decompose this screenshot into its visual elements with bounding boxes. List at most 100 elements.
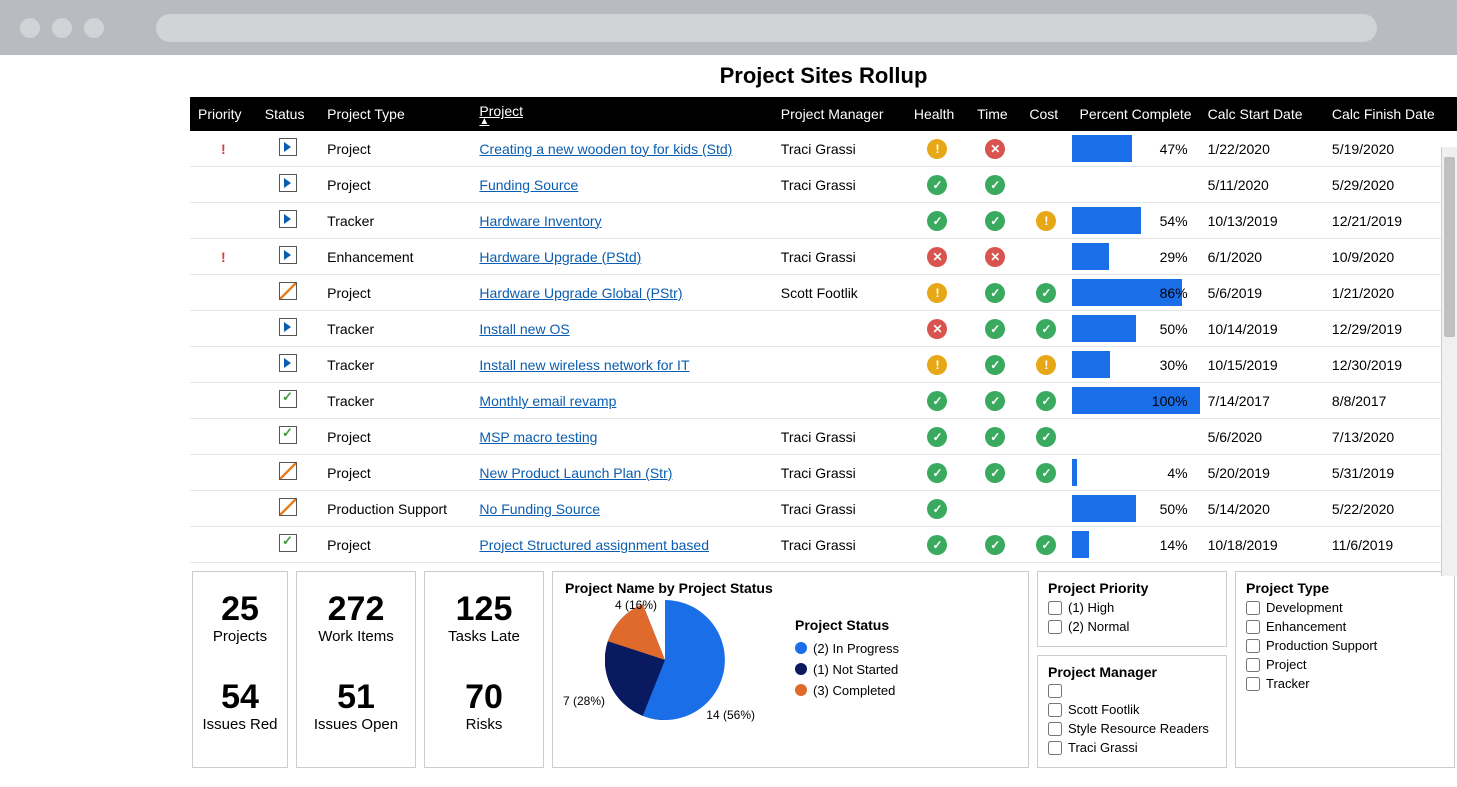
- percent-cell: 14%: [1072, 527, 1200, 563]
- filter-option[interactable]: Traci Grassi: [1048, 740, 1216, 755]
- time-cell: [969, 455, 1021, 491]
- status-cell: [257, 347, 319, 383]
- pie-wrap: 4 (16%) 7 (28%) 14 (56%): [565, 600, 765, 720]
- filter-option[interactable]: (2) Normal: [1048, 619, 1216, 634]
- time-cell: [969, 383, 1021, 419]
- kpi-label: Tasks Late: [433, 628, 535, 645]
- legend-item[interactable]: (3) Completed: [795, 683, 899, 698]
- health-err-icon: [927, 247, 947, 267]
- project-name: No Funding Source: [471, 491, 772, 527]
- time-ok-icon: [985, 427, 1005, 447]
- project-link[interactable]: No Funding Source: [479, 501, 600, 517]
- project-link[interactable]: Hardware Inventory: [479, 213, 601, 229]
- cost-cell: [1021, 275, 1071, 311]
- project-type: Tracker: [319, 311, 471, 347]
- start-date: 1/22/2020: [1200, 131, 1324, 167]
- filter-title: Project Type: [1246, 580, 1444, 596]
- filter-option[interactable]: Scott Footlik: [1048, 702, 1216, 717]
- checkbox[interactable]: [1048, 620, 1062, 634]
- kpi-label: Work Items: [305, 628, 407, 645]
- report-pane: Project Sites Rollup PriorityStatusProje…: [190, 55, 1457, 776]
- col-header[interactable]: Calc Finish Date: [1324, 97, 1457, 131]
- project-link[interactable]: Creating a new wooden toy for kids (Std): [479, 141, 732, 157]
- col-header[interactable]: Cost: [1021, 97, 1071, 131]
- filter-option[interactable]: Enhancement: [1246, 619, 1444, 634]
- project-link[interactable]: Install new OS: [479, 321, 569, 337]
- table-row: ProjectHardware Upgrade Global (PStr)Sco…: [190, 275, 1457, 311]
- legend-swatch-icon: [795, 642, 807, 654]
- col-header[interactable]: Health: [906, 97, 969, 131]
- col-header[interactable]: Priority: [190, 97, 257, 131]
- scroll-thumb[interactable]: [1444, 157, 1455, 337]
- project-link[interactable]: Install new wireless network for IT: [479, 357, 689, 373]
- project-link[interactable]: Hardware Upgrade (PStd): [479, 249, 641, 265]
- checkbox[interactable]: [1246, 620, 1260, 634]
- filter-option[interactable]: Style Resource Readers: [1048, 721, 1216, 736]
- project-manager: Scott Footlik: [773, 275, 906, 311]
- health-cell: [906, 347, 969, 383]
- filter-option[interactable]: Development: [1246, 600, 1444, 615]
- health-ok-icon: [927, 211, 947, 231]
- cost-cell: [1021, 311, 1071, 347]
- col-header[interactable]: Project Manager: [773, 97, 906, 131]
- project-link[interactable]: Funding Source: [479, 177, 578, 193]
- checkbox[interactable]: [1246, 639, 1260, 653]
- left-margin: [0, 55, 190, 776]
- checkbox[interactable]: [1048, 741, 1062, 755]
- project-name: Install new OS: [471, 311, 772, 347]
- project-link[interactable]: Monthly email revamp: [479, 393, 616, 409]
- project-type: Production Support: [319, 491, 471, 527]
- filter-label: Traci Grassi: [1068, 740, 1138, 755]
- status-pie-chart: Project Name by Project Status 4 (16%) 7…: [552, 571, 1029, 768]
- checkbox[interactable]: [1246, 677, 1260, 691]
- col-header[interactable]: Percent Complete: [1072, 97, 1200, 131]
- project-manager: Traci Grassi: [773, 131, 906, 167]
- checkbox[interactable]: [1048, 684, 1062, 698]
- health-cell: [906, 203, 969, 239]
- project-type: Tracker: [319, 347, 471, 383]
- status-play-icon: [279, 318, 297, 336]
- checkbox[interactable]: [1048, 722, 1062, 736]
- priority-cell: [190, 419, 257, 455]
- cost-ok-icon: [1036, 535, 1056, 555]
- cost-cell: [1021, 131, 1071, 167]
- percent-cell: 4%: [1072, 455, 1200, 491]
- project-manager: [773, 203, 906, 239]
- filter-option[interactable]: Tracker: [1246, 676, 1444, 691]
- project-link[interactable]: Hardware Upgrade Global (PStr): [479, 285, 682, 301]
- filter-option[interactable]: Production Support: [1246, 638, 1444, 653]
- project-manager: Traci Grassi: [773, 491, 906, 527]
- project-link[interactable]: Project Structured assignment based: [479, 537, 709, 553]
- legend-item[interactable]: (1) Not Started: [795, 662, 899, 677]
- project-manager: [773, 347, 906, 383]
- table-row: TrackerMonthly email revamp100%7/14/2017…: [190, 383, 1457, 419]
- priority-cell: [190, 455, 257, 491]
- col-header[interactable]: Time: [969, 97, 1021, 131]
- col-header[interactable]: Calc Start Date: [1200, 97, 1324, 131]
- start-date: 5/14/2020: [1200, 491, 1324, 527]
- filter-option[interactable]: [1048, 684, 1216, 698]
- project-link[interactable]: MSP macro testing: [479, 429, 597, 445]
- filter-option[interactable]: Project: [1246, 657, 1444, 672]
- table-row: TrackerHardware Inventory54%10/13/201912…: [190, 203, 1457, 239]
- col-header[interactable]: Status: [257, 97, 319, 131]
- checkbox[interactable]: [1246, 601, 1260, 615]
- kpi-label: Projects: [201, 628, 279, 645]
- project-name: Hardware Upgrade Global (PStr): [471, 275, 772, 311]
- address-bar[interactable]: [156, 14, 1377, 42]
- checkbox[interactable]: [1048, 601, 1062, 615]
- col-header[interactable]: Project Type: [319, 97, 471, 131]
- checkbox[interactable]: [1048, 703, 1062, 717]
- health-cell: [906, 419, 969, 455]
- health-cell: [906, 131, 969, 167]
- checkbox[interactable]: [1246, 658, 1260, 672]
- project-link[interactable]: New Product Launch Plan (Str): [479, 465, 672, 481]
- filter-option[interactable]: (1) High: [1048, 600, 1216, 615]
- legend-item[interactable]: (2) In Progress: [795, 641, 899, 656]
- col-header[interactable]: Project▲: [471, 97, 772, 131]
- status-cell: [257, 383, 319, 419]
- priority-cell: [190, 383, 257, 419]
- legend-label: (2) In Progress: [813, 641, 899, 656]
- vertical-scrollbar[interactable]: [1441, 147, 1457, 576]
- kpi-card: 25Projects 54Issues Red: [192, 571, 288, 768]
